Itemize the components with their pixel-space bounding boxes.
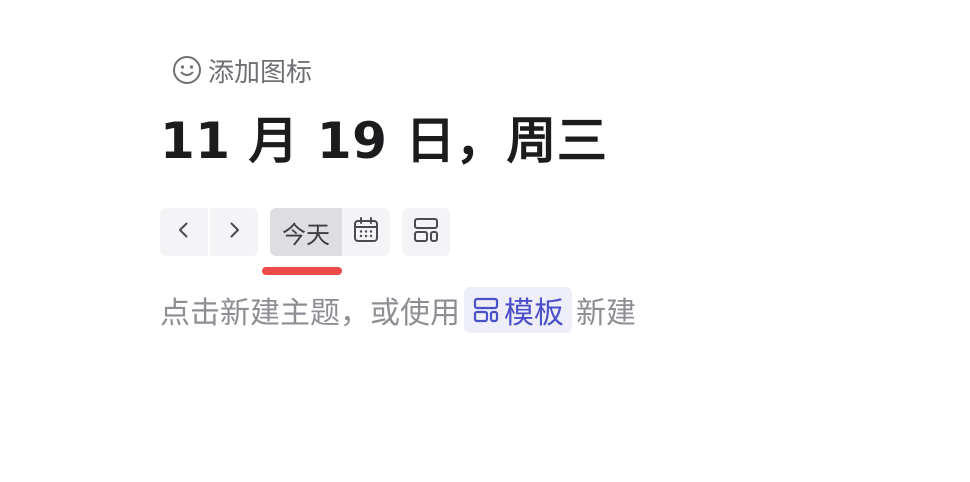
chevron-right-icon <box>224 220 244 244</box>
page: 添加图标 11 月 19 日，周三 今天 点击新建主题，或使用 模板 新建 <box>0 0 970 482</box>
hint-suffix: 新建 <box>576 296 636 331</box>
empty-hint: 点击新建主题，或使用 模板 新建 <box>160 286 636 334</box>
prev-day-button[interactable] <box>160 208 208 256</box>
today-button[interactable]: 今天 <box>270 208 342 256</box>
calendar-button[interactable] <box>342 208 390 256</box>
next-day-button[interactable] <box>210 208 258 256</box>
page-title: 11 月 19 日，周三 <box>160 112 608 170</box>
date-nav-group <box>160 208 258 256</box>
template-button[interactable]: 模板 <box>464 287 572 333</box>
add-icon-button[interactable]: 添加图标 <box>172 52 312 88</box>
hint-prefix: 点击新建主题，或使用 <box>160 296 460 331</box>
today-highlight-underline <box>262 267 342 275</box>
template-icon <box>472 296 500 324</box>
today-group: 今天 <box>270 208 390 256</box>
smile-icon <box>172 55 202 85</box>
layout-button[interactable] <box>402 208 450 256</box>
template-label: 模板 <box>504 296 564 331</box>
chevron-left-icon <box>174 220 194 244</box>
calendar-icon <box>352 216 380 248</box>
date-toolbar: 今天 <box>160 208 450 256</box>
add-icon-label: 添加图标 <box>208 57 313 88</box>
layout-icon <box>412 216 440 248</box>
